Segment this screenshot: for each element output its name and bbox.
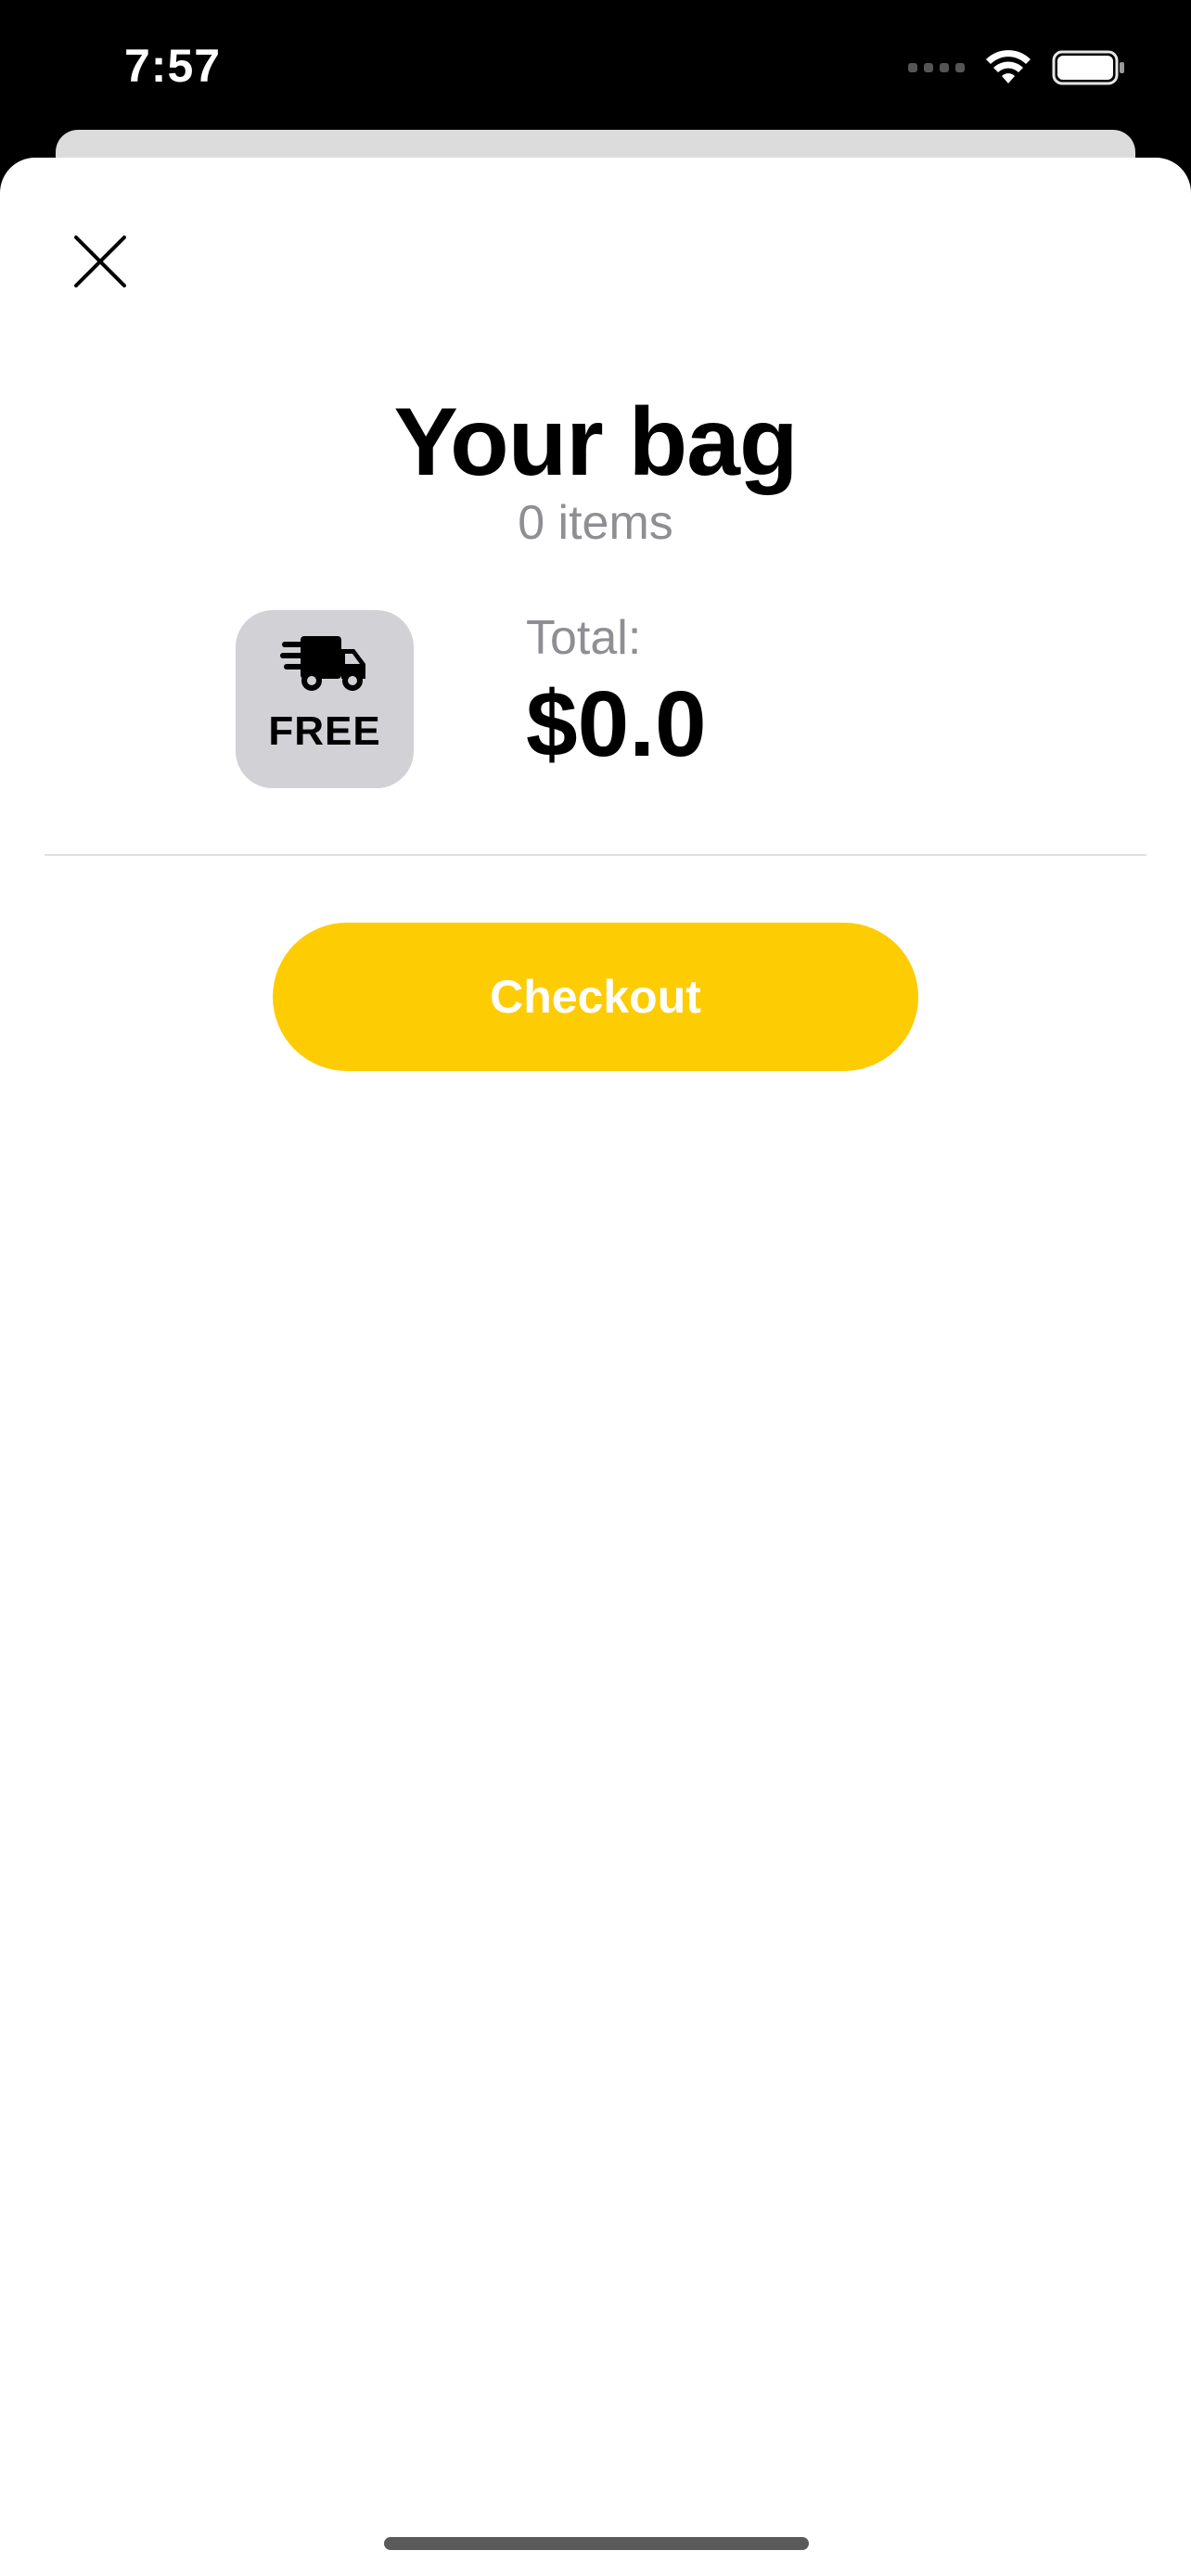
total-label: Total: [526,611,642,665]
wifi-icon [986,50,1031,83]
delivery-truck-icon [280,636,365,691]
free-shipping-badge: FREE [236,610,414,788]
divider [45,854,1146,856]
shipping-label: FREE [268,708,381,754]
bag-sheet: Your bag 0 items FREE Total: $0.0 Checko… [0,158,1191,2576]
battery-icon [1052,50,1124,85]
close-icon [74,236,126,287]
item-count: 0 items [518,496,673,550]
home-indicator[interactable] [384,2537,809,2550]
status-icons [908,45,1126,91]
status-time: 7:57 [124,40,222,92]
checkout-button[interactable]: Checkout [273,923,918,1071]
close-button[interactable] [65,226,135,297]
cellular-signal-icon [908,63,965,72]
page-title: Your bag [393,389,799,496]
screen: 7:57 Your bag 0 items FREE Total: $0.0 C… [0,0,1191,2576]
total-value: $0.0 [526,672,707,776]
